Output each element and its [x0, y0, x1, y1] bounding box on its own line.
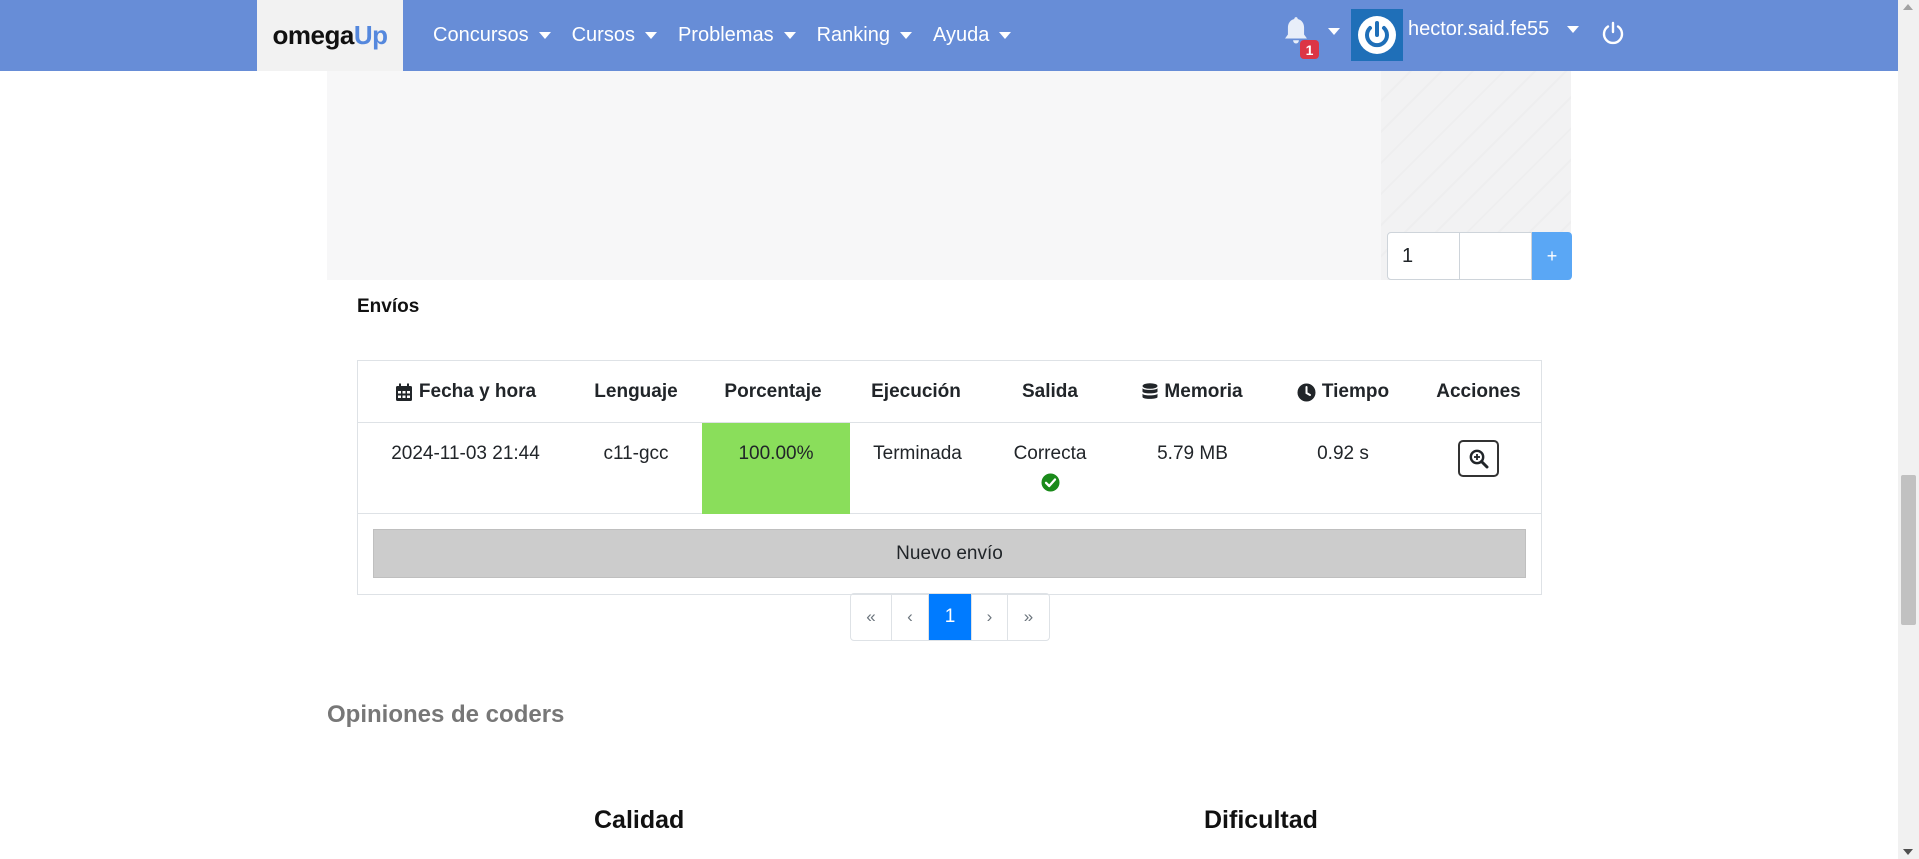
cell-time: 0.92 s [1317, 443, 1369, 464]
column-header-execution: Ejecución [847, 361, 985, 423]
caret-down-icon [1567, 26, 1580, 33]
brand-text-up: Up [353, 20, 388, 50]
column-header-language: Lenguaje [573, 361, 699, 423]
add-case-button[interactable]: + [1532, 232, 1572, 280]
page-scrollbar[interactable] [1898, 0, 1919, 859]
nav-item-label: Cursos [571, 24, 635, 46]
clock-icon [1297, 383, 1316, 401]
column-label: Porcentaje [724, 381, 822, 402]
nav-item-label: Problemas [677, 24, 774, 46]
caret-down-icon [783, 32, 796, 39]
top-navbar: omega Up Concursos Cursos Problemas Ranki… [0, 0, 1898, 71]
notifications-button[interactable]: 1 [1282, 16, 1340, 62]
column-label: Memoria [1164, 381, 1243, 402]
caret-down-icon [538, 32, 551, 39]
column-label: Lenguaje [594, 381, 678, 402]
check-circle-icon [1041, 473, 1059, 492]
cell-output: Correcta [985, 423, 1115, 514]
submissions-title: Envíos [357, 296, 420, 317]
case-input-group: 1 + [1387, 232, 1572, 280]
scroll-up-arrow-icon[interactable] [1903, 4, 1913, 10]
page-first-button[interactable]: « [851, 594, 892, 640]
cell-memory: 5.79 MB [1157, 443, 1228, 464]
username-label: hector.said.fe55 [1408, 18, 1550, 40]
nav-item-label: Concursos [433, 24, 529, 46]
view-details-button[interactable] [1458, 440, 1499, 477]
user-menu[interactable]: hector.said.fe55 [1408, 18, 1580, 41]
nav-item-cursos[interactable]: Cursos [572, 24, 657, 47]
scroll-down-arrow-icon[interactable] [1903, 849, 1913, 855]
column-header-memory: Memoria [1115, 361, 1270, 423]
scrollbar-thumb[interactable] [1901, 475, 1916, 625]
nav-item-concursos[interactable]: Concursos [433, 24, 551, 47]
nav-item-ayuda[interactable]: Ayuda [932, 24, 1012, 47]
column-header-time: Tiempo [1270, 361, 1416, 423]
nav-item-problemas[interactable]: Problemas [678, 24, 796, 47]
column-label: Fecha y hora [418, 381, 537, 402]
difficulty-heading: Dificultad [1204, 806, 1318, 834]
brand-logo[interactable]: omega Up [257, 0, 403, 71]
zoom-in-icon [1469, 449, 1488, 468]
cell-actions [1416, 423, 1541, 514]
table-header: Fecha y hora Lenguaje Porcentaje Ejecuci… [358, 361, 1541, 423]
submissions-table: Fecha y hora Lenguaje Porcentaje Ejecuci… [357, 360, 1542, 595]
nav-menu: Concursos Cursos Problemas Ranking Ayuda [433, 0, 1032, 71]
logout-power-icon[interactable] [1600, 20, 1626, 46]
cell-execution: Terminada [873, 443, 962, 464]
column-label: Tiempo [1321, 381, 1390, 402]
column-header-output: Salida [985, 361, 1115, 423]
caret-down-icon [899, 32, 912, 39]
caret-down-icon [644, 32, 657, 39]
page-next-button[interactable]: › [972, 594, 1008, 640]
case-number-input[interactable]: 1 [1387, 232, 1460, 280]
page-prev-button[interactable]: ‹ [892, 594, 929, 640]
cell-datetime: 2024-11-03 21:44 [391, 443, 540, 464]
new-submission-button[interactable]: Nuevo envío [373, 529, 1526, 578]
column-header-actions: Acciones [1416, 361, 1541, 423]
column-label: Acciones [1436, 381, 1521, 402]
notification-badge: 1 [1300, 40, 1319, 59]
cell-language: c11-gcc [603, 443, 669, 464]
output-label: Correcta [1013, 443, 1087, 464]
opinions-title: Opiniones de coders [327, 701, 565, 728]
column-label: Salida [1022, 381, 1078, 402]
calendar-icon [395, 383, 412, 401]
avatar[interactable] [1351, 9, 1403, 61]
column-header-datetime: Fecha y hora [358, 361, 573, 423]
column-header-percentage: Porcentaje [699, 361, 847, 423]
case-name-input[interactable] [1460, 232, 1532, 280]
power-logo-icon [1358, 16, 1396, 54]
page-last-button[interactable]: » [1008, 594, 1049, 640]
column-label: Ejecución [871, 381, 961, 402]
caret-down-icon [1328, 28, 1340, 35]
brand-text-omega: omega [272, 20, 355, 50]
caret-down-icon [999, 32, 1012, 39]
nav-item-label: Ranking [816, 24, 890, 46]
nav-item-label: Ayuda [932, 24, 990, 46]
quality-heading: Calidad [594, 806, 685, 834]
database-icon [1142, 382, 1158, 399]
pagination: « ‹ 1 › » [850, 593, 1050, 641]
page-current-button[interactable]: 1 [929, 594, 972, 640]
table-row: 2024-11-03 21:44 c11-gcc 100.00% Termina… [358, 423, 1541, 514]
nav-item-ranking[interactable]: Ranking [817, 24, 912, 47]
cell-percentage: 100.00% [702, 423, 850, 514]
